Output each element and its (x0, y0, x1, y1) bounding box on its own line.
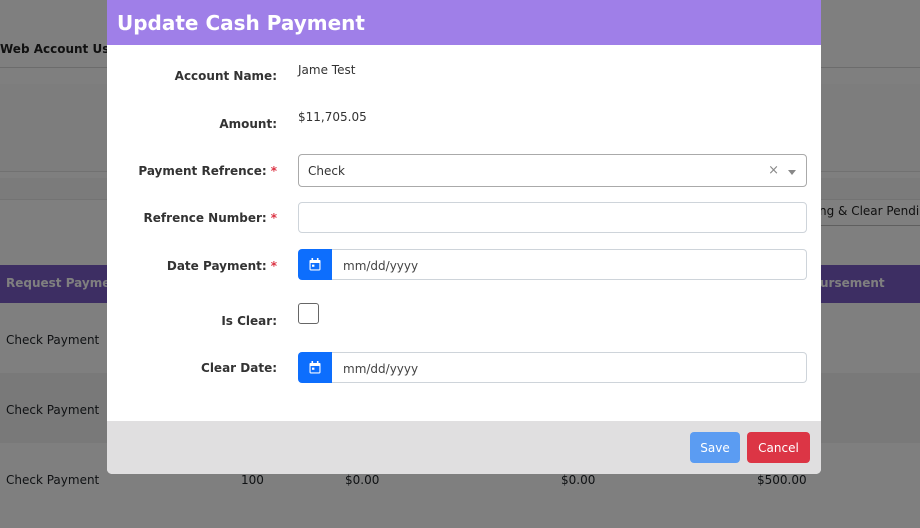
required-mark: * (270, 259, 277, 273)
clear-icon[interactable]: × (768, 163, 779, 178)
modal-title: Update Cash Payment (117, 10, 365, 35)
date-payment-group: mm/dd/yyyy (298, 249, 807, 280)
account-name-value: Jame Test (298, 63, 356, 77)
modal-body: Account Name: Jame Test Amount: $11,705.… (107, 45, 821, 421)
amount-value: $11,705.05 (298, 110, 367, 124)
modal-footer: Save Cancel (107, 421, 821, 474)
reference-number-input[interactable] (298, 202, 807, 233)
payment-reference-selected-value: Check (308, 164, 345, 178)
clear-date-label: Clear Date: (201, 361, 277, 375)
date-payment-calendar-button[interactable] (298, 249, 332, 280)
is-clear-label: Is Clear: (221, 314, 277, 328)
required-mark: * (270, 211, 277, 225)
update-cash-payment-modal: Update Cash Payment Account Name: Jame T… (107, 0, 821, 474)
account-name-label: Account Name: (174, 69, 277, 83)
clear-date-input[interactable]: mm/dd/yyyy (332, 352, 807, 383)
date-payment-input[interactable]: mm/dd/yyyy (332, 249, 807, 280)
calendar-icon (309, 361, 321, 374)
required-mark: * (270, 164, 277, 178)
chevron-down-icon[interactable] (788, 170, 796, 175)
date-payment-label: Date Payment: * (166, 259, 277, 273)
payment-reference-select[interactable]: Check × (298, 154, 807, 187)
is-clear-checkbox[interactable] (298, 303, 319, 324)
modal-header: Update Cash Payment (107, 0, 821, 45)
reference-number-label: Refrence Number: * (143, 211, 277, 225)
payment-reference-label: Payment Refrence: * (138, 164, 277, 178)
save-button[interactable]: Save (690, 432, 740, 463)
cancel-button[interactable]: Cancel (747, 432, 810, 463)
amount-label: Amount: (219, 117, 277, 131)
calendar-icon (309, 258, 321, 271)
clear-date-calendar-button[interactable] (298, 352, 332, 383)
clear-date-group: mm/dd/yyyy (298, 352, 807, 383)
